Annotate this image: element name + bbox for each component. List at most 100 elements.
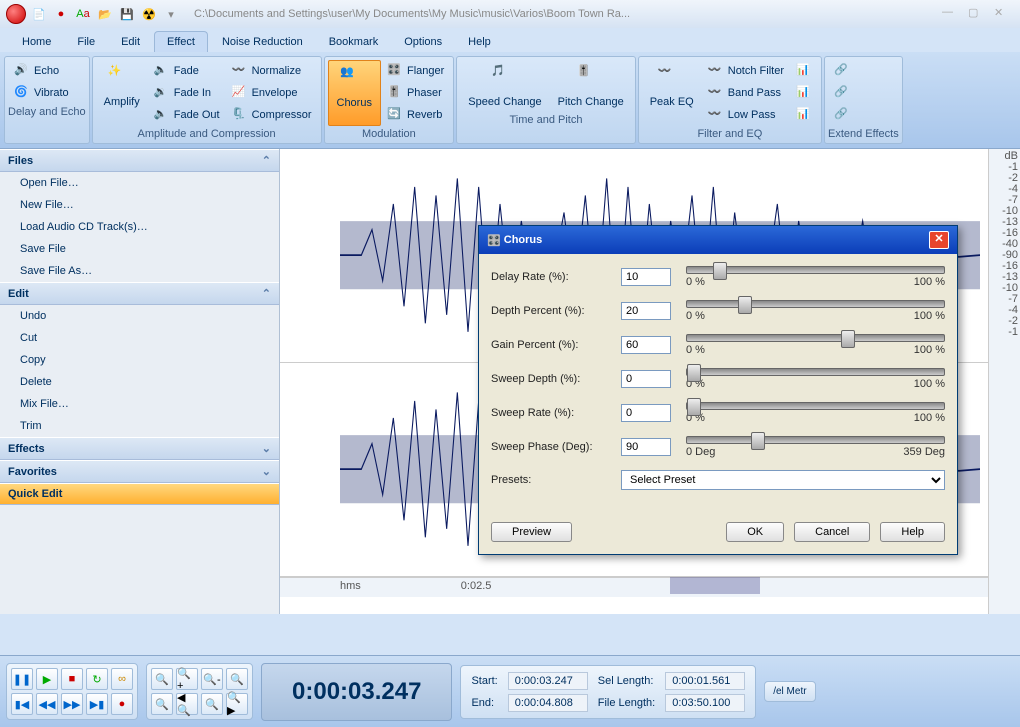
slider-thumb-3[interactable]: [687, 364, 701, 382]
dlg-slider-1[interactable]: [686, 300, 945, 308]
band-pass-button[interactable]: 〰️Band Pass: [702, 82, 790, 104]
rewind-button[interactable]: ◀◀: [36, 693, 58, 715]
phaser-button[interactable]: 🎚️Phaser: [381, 82, 450, 104]
sidebar-mix-file[interactable]: Mix File…: [0, 393, 279, 415]
slider-thumb-4[interactable]: [687, 398, 701, 416]
sidebar-copy[interactable]: Copy: [0, 349, 279, 371]
tab-options[interactable]: Options: [392, 32, 454, 52]
zoom-out-button[interactable]: 🔍-: [201, 668, 223, 690]
sidebar-load-cd[interactable]: Load Audio CD Track(s)…: [0, 216, 279, 238]
zoom-v-button[interactable]: 🔍: [151, 693, 173, 715]
extend-2-button[interactable]: 🔗: [828, 82, 899, 104]
zoom-sel-button[interactable]: 🔍: [151, 668, 173, 690]
close-button[interactable]: ✕: [994, 6, 1014, 22]
extend-3-button[interactable]: 🔗: [828, 104, 899, 126]
tab-file[interactable]: File: [65, 32, 107, 52]
help-button[interactable]: Help: [880, 522, 945, 542]
play-loop-button[interactable]: ↻: [86, 668, 108, 690]
chorus-button[interactable]: 👥Chorus: [328, 60, 381, 126]
normalize-button[interactable]: 〰️Normalize: [226, 60, 318, 82]
speed-change-button[interactable]: 🎵Speed Change: [460, 60, 549, 112]
cancel-button[interactable]: Cancel: [794, 522, 870, 542]
fade-in-button[interactable]: 🔉Fade In: [148, 82, 226, 104]
sidebar-open-file[interactable]: Open File…: [0, 172, 279, 194]
presets-select[interactable]: Select Preset: [621, 470, 945, 490]
preview-button[interactable]: Preview: [491, 522, 572, 542]
echo-button[interactable]: 🔊Echo: [8, 60, 86, 82]
dlg-input-5[interactable]: [621, 438, 671, 456]
dlg-slider-4[interactable]: [686, 402, 945, 410]
play-button[interactable]: ▶: [36, 668, 58, 690]
open-folder-icon[interactable]: 📂: [96, 5, 114, 23]
vibrato-button[interactable]: 🌀Vibrato: [8, 82, 86, 104]
sidebar-files-header[interactable]: Files⌃: [0, 149, 279, 172]
tab-effect[interactable]: Effect: [154, 31, 208, 52]
maximize-button[interactable]: ▢: [968, 6, 988, 22]
peak-eq-button[interactable]: 〰️Peak EQ: [642, 60, 702, 126]
sidebar-delete[interactable]: Delete: [0, 371, 279, 393]
dlg-input-2[interactable]: [621, 336, 671, 354]
low-pass-button[interactable]: 〰️Low Pass: [702, 104, 790, 126]
pause-button[interactable]: ❚❚: [11, 668, 33, 690]
save-icon[interactable]: 💾: [118, 5, 136, 23]
sidebar-quick-edit-header[interactable]: Quick Edit: [0, 483, 279, 505]
tab-bookmark[interactable]: Bookmark: [317, 32, 391, 52]
ok-button[interactable]: OK: [726, 522, 784, 542]
sidebar-undo[interactable]: Undo: [0, 305, 279, 327]
tab-edit[interactable]: Edit: [109, 32, 152, 52]
skip-end-button[interactable]: ▶▮: [86, 693, 108, 715]
compressor-button[interactable]: 🗜️Compressor: [226, 104, 318, 126]
zoom-default-button[interactable]: 🔍: [201, 693, 223, 715]
sidebar-save-file[interactable]: Save File: [0, 238, 279, 260]
sidebar-trim[interactable]: Trim: [0, 415, 279, 437]
sidebar-edit-header[interactable]: Edit⌃: [0, 282, 279, 305]
dlg-input-0[interactable]: [621, 268, 671, 286]
zoom-fit-button[interactable]: 🔍: [226, 668, 248, 690]
dlg-input-3[interactable]: [621, 370, 671, 388]
minimize-button[interactable]: —: [942, 6, 962, 22]
skip-start-button[interactable]: ▮◀: [11, 693, 33, 715]
dlg-slider-5[interactable]: [686, 436, 945, 444]
flanger-button[interactable]: 🎛️Flanger: [381, 60, 450, 82]
text-style-icon[interactable]: Aa: [74, 5, 92, 23]
filter-extra2-button[interactable]: 📊: [790, 82, 818, 104]
amplify-button[interactable]: ✨Amplify: [96, 60, 148, 126]
sidebar-save-as[interactable]: Save File As…: [0, 260, 279, 282]
reverb-button[interactable]: 🔄Reverb: [381, 104, 450, 126]
sidebar-new-file[interactable]: New File…: [0, 194, 279, 216]
dlg-input-1[interactable]: [621, 302, 671, 320]
forward-button[interactable]: ▶▶: [61, 693, 83, 715]
dlg-input-4[interactable]: [621, 404, 671, 422]
loop-button[interactable]: ∞: [111, 668, 133, 690]
filter-extra1-button[interactable]: 📊: [790, 60, 818, 82]
record-button[interactable]: ●: [111, 693, 133, 715]
dialog-titlebar[interactable]: 🎛️ Chorus ✕: [479, 226, 957, 254]
filter-extra3-button[interactable]: 📊: [790, 104, 818, 126]
dropdown-icon[interactable]: ▾: [162, 5, 180, 23]
stop-button[interactable]: ■: [61, 668, 83, 690]
dialog-close-button[interactable]: ✕: [929, 231, 949, 249]
slider-thumb-1[interactable]: [738, 296, 752, 314]
slider-thumb-5[interactable]: [751, 432, 765, 450]
new-file-icon[interactable]: 📄: [30, 5, 48, 23]
pitch-change-button[interactable]: 🎚️Pitch Change: [550, 60, 632, 112]
extend-1-button[interactable]: 🔗: [828, 60, 899, 82]
sidebar-favorites-header[interactable]: Favorites⌄: [0, 460, 279, 483]
dlg-slider-3[interactable]: [686, 368, 945, 376]
notch-filter-button[interactable]: 〰️Notch Filter: [702, 60, 790, 82]
dlg-slider-2[interactable]: [686, 334, 945, 342]
slider-thumb-0[interactable]: [713, 262, 727, 280]
zoom-right-button[interactable]: 🔍▶: [226, 693, 248, 715]
envelope-button[interactable]: 📈Envelope: [226, 82, 318, 104]
tab-home[interactable]: Home: [10, 32, 63, 52]
tab-noise-reduction[interactable]: Noise Reduction: [210, 32, 315, 52]
sidebar-cut[interactable]: Cut: [0, 327, 279, 349]
fade-out-button[interactable]: 🔈Fade Out: [148, 104, 226, 126]
zoom-left-button[interactable]: ◀🔍: [176, 693, 198, 715]
record-icon[interactable]: ●: [52, 5, 70, 23]
fade-button[interactable]: 🔈Fade: [148, 60, 226, 82]
sidebar-effects-header[interactable]: Effects⌄: [0, 437, 279, 460]
zoom-in-button[interactable]: 🔍+: [176, 668, 198, 690]
slider-thumb-2[interactable]: [841, 330, 855, 348]
dlg-slider-0[interactable]: [686, 266, 945, 274]
